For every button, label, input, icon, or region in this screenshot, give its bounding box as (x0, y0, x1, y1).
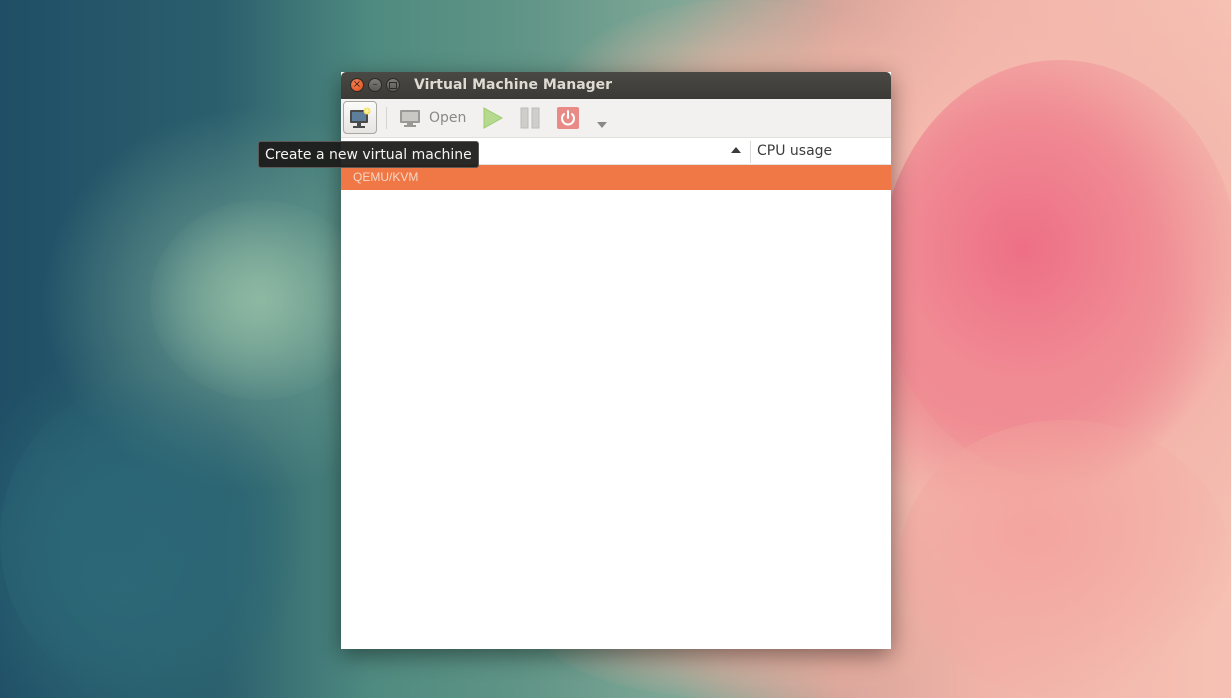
shutdown-button[interactable] (557, 107, 579, 133)
pause-button[interactable] (519, 107, 541, 133)
maximize-window-button[interactable] (386, 78, 400, 92)
minimize-window-button[interactable]: – (368, 78, 382, 92)
monitor-icon (400, 110, 420, 127)
shutdown-menu-button[interactable] (597, 113, 607, 132)
column-separator[interactable] (750, 141, 751, 163)
play-icon (483, 107, 504, 129)
maximize-icon (389, 81, 397, 89)
column-header-cpu-usage[interactable]: CPU usage (757, 143, 832, 159)
run-button[interactable] (481, 107, 504, 133)
toolbar-separator (386, 107, 387, 129)
window-title: Virtual Machine Manager (414, 77, 613, 93)
list-item[interactable]: QEMU/KVM (341, 165, 891, 190)
new-vm-tooltip: Create a new virtual machine (258, 141, 479, 168)
minimize-icon: – (372, 79, 378, 90)
new-vm-button[interactable] (343, 101, 377, 134)
new-vm-icon (350, 107, 371, 128)
close-icon: × (352, 79, 362, 90)
close-window-button[interactable]: × (350, 78, 364, 92)
power-icon (557, 107, 579, 129)
pause-icon (520, 107, 540, 129)
open-button[interactable]: Open (399, 107, 466, 129)
connection-label: QEMU/KVM (353, 170, 419, 184)
window-titlebar[interactable]: × – Virtual Machine Manager (341, 72, 891, 99)
open-button-label: Open (429, 110, 467, 126)
sort-ascending-icon[interactable] (731, 147, 741, 153)
toolbar: Open (341, 99, 891, 138)
chevron-down-icon (597, 122, 607, 128)
